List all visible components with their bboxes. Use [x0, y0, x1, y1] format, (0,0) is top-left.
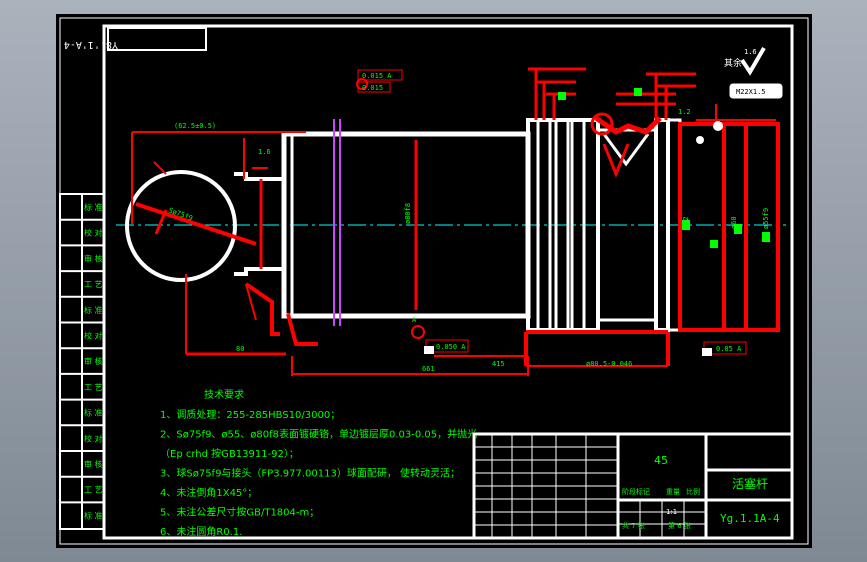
- svg-text:1.6: 1.6: [258, 148, 271, 156]
- svg-text:ø55f9: ø55f9: [762, 208, 770, 229]
- stamp-box: [107, 27, 207, 51]
- svg-text:第 6 张: 第 6 张: [668, 521, 691, 530]
- svg-text:1:1: 1:1: [666, 508, 677, 516]
- svg-text:技术要求: 技术要求: [204, 388, 244, 401]
- side-table-label: 标 准: [84, 510, 103, 520]
- svg-text:1.6: 1.6: [744, 48, 757, 56]
- side-table-label: 工 艺: [84, 486, 103, 495]
- ball-head: [125, 170, 237, 282]
- svg-text:0.015 A: 0.015 A: [362, 72, 392, 80]
- svg-text:Yg.1.1A-4: Yg.1.1A-4: [720, 512, 780, 525]
- side-table-label: 标 准: [84, 408, 103, 418]
- svg-text:(62.5±0.5): (62.5±0.5): [174, 122, 216, 130]
- left-dim-lines: [131, 131, 529, 376]
- svg-text:M22X1.5: M22X1.5: [736, 88, 766, 96]
- side-table-label: 审 核: [84, 356, 103, 366]
- neck: [234, 172, 286, 276]
- svg-text:661: 661: [422, 365, 435, 373]
- drawing-viewport[interactable]: Y8,'1'A-4 标 准校 对审 核工 艺标 准校 对审 核工 艺标 准校 对…: [56, 14, 812, 548]
- white-dot-2: [696, 136, 704, 144]
- roughness-symbol: 其余 1.6: [724, 46, 766, 76]
- svg-text:共 7 张: 共 7 张: [622, 521, 645, 530]
- side-table-label: 标 准: [84, 202, 103, 212]
- svg-text:1.2: 1.2: [678, 108, 691, 116]
- tol-frame-top: 0.015 A 0.015: [357, 69, 403, 93]
- svg-text:阶段标记: 阶段标记: [622, 487, 650, 496]
- requirement-line: 4、未注倒角1X45°；: [160, 486, 257, 499]
- requirement-line: （Ep crhd 按GB13911-92）；: [160, 447, 299, 460]
- datum-circle: [411, 325, 425, 339]
- requirement-line: 2、Sø75f9、ø55、ø80f8表面镀硬铬，单边镀层厚0.03-0.05，并…: [160, 428, 477, 441]
- svg-text:活塞杆: 活塞杆: [732, 476, 768, 491]
- tol-frame-upper-right: M22X1.5: [729, 83, 783, 99]
- svg-text:其余: 其余: [724, 57, 742, 69]
- side-table-label: 校 对: [84, 228, 103, 238]
- svg-text:比例: 比例: [686, 487, 700, 496]
- side-table-label: 工 艺: [84, 383, 103, 392]
- requirement-line: 5、未注公差尺寸按GB/T1804-m；: [160, 506, 319, 519]
- side-table-label: 校 对: [84, 433, 103, 443]
- cad-window: Y8,'1'A-4 标 准校 对审 核工 艺标 准校 对审 核工 艺标 准校 对…: [0, 0, 867, 562]
- green-marks: [558, 88, 770, 248]
- svg-text:0.050 A: 0.050 A: [436, 343, 466, 351]
- requirement-line: 1、调质处理：255-285HBS10/3000；: [160, 409, 340, 421]
- tech-requirements: 技术要求 1、调质处理：255-285HBS10/3000； 2、Sø75f9、ø…: [160, 388, 477, 538]
- side-table-label: 工 艺: [84, 280, 103, 289]
- side-table: 标 准校 对审 核工 艺标 准校 对审 核工 艺标 准校 对审 核工 艺标 准: [59, 193, 105, 530]
- svg-text:45: 45: [654, 454, 668, 467]
- svg-text:ø80.5-0.046: ø80.5-0.046: [586, 360, 632, 368]
- side-table-label: 审 核: [84, 253, 103, 263]
- drawing-canvas: Y8,'1'A-4 标 准校 对审 核工 艺标 准校 对审 核工 艺标 准校 对…: [59, 17, 809, 545]
- tol-frame-right: 0.05 A: [702, 341, 747, 356]
- requirement-line: 3、球Sø75f9与接头（FP3.977.00113）球面配研， 使转动灵活；: [160, 467, 460, 480]
- tol-frame-bottom: 0.050 A: [424, 339, 469, 354]
- side-table-label: 标 准: [84, 305, 103, 315]
- requirement-line: 6、未注圆角R0.1.: [160, 525, 242, 538]
- svg-text:80: 80: [236, 345, 244, 353]
- svg-text:0.05 A: 0.05 A: [716, 345, 742, 353]
- svg-text:重量: 重量: [666, 488, 680, 496]
- inner-frame: [102, 24, 794, 540]
- svg-text:ø80f8: ø80f8: [404, 203, 412, 224]
- svg-text:0.015: 0.015: [362, 84, 383, 92]
- white-dot-1: [713, 121, 723, 131]
- stamp-text: Y8,'1'A-4: [64, 39, 118, 50]
- side-table-label: 审 核: [84, 459, 103, 469]
- svg-text:415: 415: [492, 360, 505, 368]
- title-block-text: 45 活塞杆 Yg.1.1A-4 阶段标记 重量 比例 1:1 共 7 张 第 …: [622, 454, 780, 530]
- side-table-label: 校 对: [84, 331, 103, 341]
